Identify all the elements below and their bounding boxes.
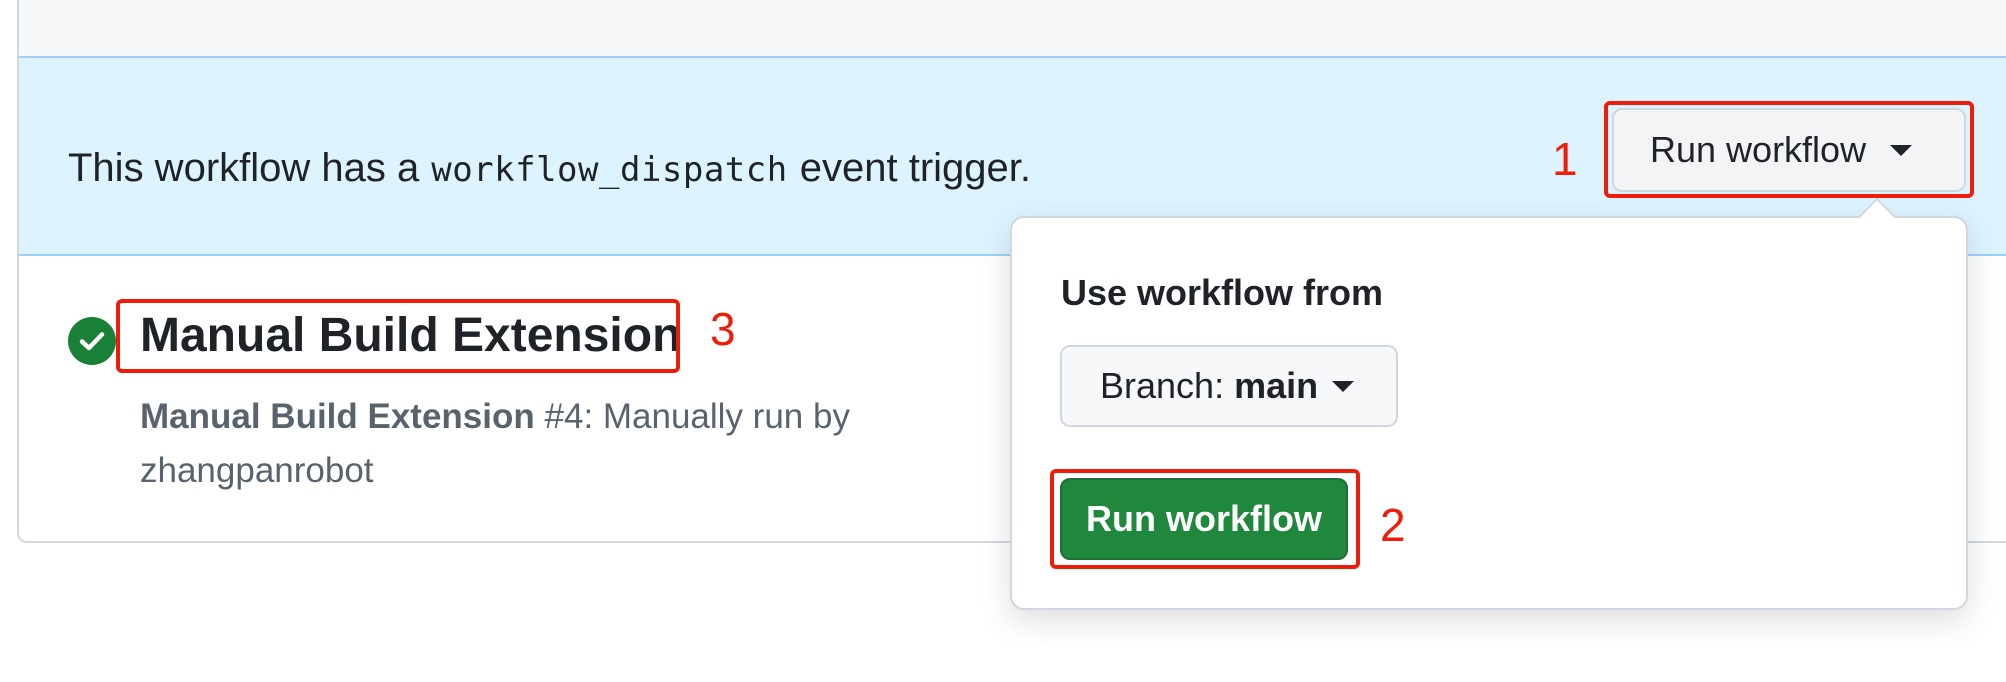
annotation-number-3: 3 — [710, 303, 736, 355]
workflow-run-description: Manual Build Extension #4: Manually run … — [140, 390, 1040, 498]
run-actor: zhangpanrobot — [140, 451, 374, 490]
banner-text-after: event trigger. — [799, 146, 1031, 190]
run-text: : Manually run by — [583, 397, 850, 436]
popover-heading: Use workflow from — [1061, 272, 1384, 313]
branch-select-button[interactable]: Branch: main — [1060, 345, 1398, 427]
annotation-box-3 — [116, 299, 680, 373]
annotation-box-2 — [1050, 469, 1360, 569]
branch-label: Branch: — [1100, 365, 1225, 406]
branch-value: main — [1234, 365, 1319, 406]
banner-text-before: This workflow has a — [68, 146, 420, 190]
chevron-down-icon — [1332, 380, 1355, 392]
dispatch-banner-text: This workflow has a workflow_dispatch even… — [68, 146, 1031, 191]
annotation-number-1: 1 — [1552, 133, 1578, 185]
annotation-box-1 — [1604, 101, 1974, 198]
run-number: #4 — [544, 397, 584, 436]
banner-code: workflow_dispatch — [431, 150, 788, 190]
run-name[interactable]: Manual Build Extension — [140, 397, 535, 436]
check-circle-fill-icon — [68, 317, 116, 365]
panel-header-strip — [19, 0, 2006, 56]
annotation-number-2: 2 — [1380, 499, 1406, 551]
